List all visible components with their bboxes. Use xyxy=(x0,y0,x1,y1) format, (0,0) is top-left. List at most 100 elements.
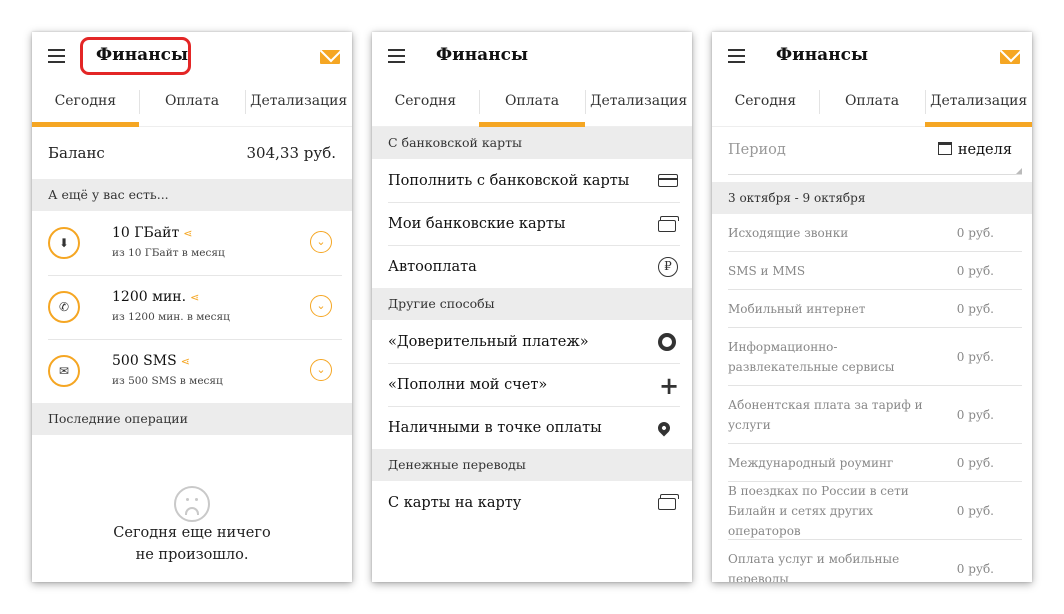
detail-label: В поездках по России в сети Билайн и сет… xyxy=(728,483,909,538)
package-title: 1200 мин. xyxy=(112,289,187,305)
tab-details[interactable]: Детализация xyxy=(245,80,352,126)
detail-label: Информационно-развлекательные сервисы xyxy=(728,339,895,374)
page-title: Финансы xyxy=(436,45,529,65)
empty-state-text: Сегодня еще ничего не произошло. xyxy=(32,522,352,566)
payment-option[interactable]: Пополнить с банковской карты xyxy=(388,159,680,202)
detail-row[interactable]: Информационно-развлекательные сервисы 0 … xyxy=(728,328,1022,386)
detail-row[interactable]: Абонентская плата за тариф и услуги 0 ру… xyxy=(728,386,1022,444)
payment-option[interactable]: Наличными в точке оплаты xyxy=(388,406,680,449)
hamburger-menu-icon[interactable] xyxy=(728,49,745,63)
empty-line-1: Сегодня еще ничего xyxy=(113,525,271,541)
detail-row[interactable]: Мобильный интернет 0 руб. xyxy=(728,290,1022,328)
cards-icon xyxy=(658,494,679,510)
detail-amount: 0 руб. xyxy=(956,455,994,470)
plus-icon: + xyxy=(658,370,680,400)
package-subtitle: из 1200 мин. в месяц xyxy=(112,311,230,323)
page-title: Финансы xyxy=(96,45,189,65)
recent-section-header: Последние операции xyxy=(32,403,352,435)
screen-today: Финансы Сегодня Оплата Детализация Балан… xyxy=(32,32,352,582)
share-icon: ⋖ xyxy=(190,291,200,304)
tab-today[interactable]: Сегодня xyxy=(32,80,139,127)
payment-option-label: Мои банковские карты xyxy=(388,216,566,232)
app-bar: Финансы xyxy=(372,32,692,80)
chevron-down-icon[interactable]: ⌄ xyxy=(310,295,332,317)
tab-payment[interactable]: Оплата xyxy=(818,80,926,126)
payment-option[interactable]: «Пополни мой счет» + xyxy=(388,363,680,406)
tab-details[interactable]: Детализация xyxy=(585,80,692,126)
calendar-icon xyxy=(937,142,952,155)
share-icon: ⋖ xyxy=(183,227,193,240)
section-header: С банковской карты xyxy=(372,127,692,159)
tab-today[interactable]: Сегодня xyxy=(372,80,479,126)
lifebuoy-icon xyxy=(658,332,676,351)
screen-payment: Финансы Сегодня Оплата Детализация С бан… xyxy=(372,32,692,582)
app-bar: Финансы xyxy=(712,32,1032,80)
detail-row[interactable]: Международный роуминг 0 руб. xyxy=(728,444,1022,482)
mail-icon[interactable] xyxy=(320,50,340,64)
payment-option-label: «Пополни мой счет» xyxy=(388,377,548,393)
detail-row[interactable]: Исходящие звонки 0 руб. xyxy=(728,214,1022,252)
share-icon: ⋖ xyxy=(180,355,190,368)
detail-row[interactable]: В поездках по России в сети Билайн и сет… xyxy=(728,482,1022,540)
section-header: Другие способы xyxy=(372,288,692,320)
package-subtitle: из 10 ГБайт в месяц xyxy=(112,247,225,259)
detail-label: Международный роуминг xyxy=(728,455,894,470)
tab-today[interactable]: Сегодня xyxy=(712,80,819,126)
detail-amount: 0 руб. xyxy=(956,349,994,364)
cards-icon xyxy=(658,215,679,232)
package-row[interactable]: ✉ 500 SMS ⋖ из 500 SMS в месяц ⌄ xyxy=(32,339,342,403)
tab-payment[interactable]: Оплата xyxy=(478,80,586,127)
detail-label: Мобильный интернет xyxy=(728,301,866,316)
detail-amount: 0 руб. xyxy=(956,407,994,422)
payment-option-label: С карты на карту xyxy=(388,494,522,511)
extra-section-header: А ещё у вас есть... xyxy=(32,179,352,211)
payment-option[interactable]: Автооплата ₽ xyxy=(388,245,680,288)
payment-option-label: Автооплата xyxy=(388,259,477,275)
chevron-down-icon[interactable]: ⌄ xyxy=(310,359,332,381)
tab-bar: Сегодня Оплата Детализация xyxy=(372,80,692,127)
period-selector[interactable]: Период неделя xyxy=(728,127,1022,175)
detail-row[interactable]: Оплата услуг и мобильные переводы 0 руб. xyxy=(728,540,1022,582)
detail-amount: 0 руб. xyxy=(956,503,994,518)
detail-label: Оплата услуг и мобильные переводы xyxy=(728,552,900,582)
balance-row: Баланс 304,33 руб. xyxy=(32,127,352,179)
payment-option-label: «Доверительный платеж» xyxy=(388,333,589,350)
ruble-autopay-icon: ₽ xyxy=(658,257,678,277)
period-value: неделя xyxy=(957,142,1012,158)
payment-option-label: Наличными в точке оплаты xyxy=(388,420,602,436)
payment-option[interactable]: «Доверительный платеж» xyxy=(388,320,680,363)
payment-option-label: Пополнить с банковской карты xyxy=(388,172,630,189)
balance-label: Баланс xyxy=(48,144,105,162)
package-title: 500 SMS xyxy=(112,353,177,369)
payment-option[interactable]: С карты на карту xyxy=(388,481,680,524)
package-row[interactable]: ⬇ 10 ГБайт ⋖ из 10 ГБайт в месяц ⌄ xyxy=(32,211,342,275)
tab-details[interactable]: Детализация xyxy=(925,80,1032,127)
detail-amount: 0 руб. xyxy=(956,225,994,240)
sad-face-icon xyxy=(174,486,210,522)
card-icon xyxy=(658,174,678,187)
hamburger-menu-icon[interactable] xyxy=(388,49,405,63)
app-bar: Финансы xyxy=(32,32,352,80)
detail-amount: 0 руб. xyxy=(956,562,994,576)
section-header: Денежные переводы xyxy=(372,449,692,481)
location-pin-icon xyxy=(655,419,673,437)
payment-option[interactable]: Мои банковские карты xyxy=(388,202,680,245)
hamburger-menu-icon[interactable] xyxy=(48,49,65,63)
detail-row[interactable]: SMS и MMS 0 руб. xyxy=(728,252,1022,290)
package-title: 10 ГБайт xyxy=(112,225,180,241)
detail-amount: 0 руб. xyxy=(956,301,994,316)
screen-details: Финансы Сегодня Оплата Детализация Перио… xyxy=(712,32,1032,582)
detail-label: Абонентская плата за тариф и услуги xyxy=(728,397,923,432)
detail-label: Исходящие звонки xyxy=(728,225,849,240)
tab-payment[interactable]: Оплата xyxy=(138,80,246,126)
detail-label: SMS и MMS xyxy=(728,263,806,278)
package-subtitle: из 500 SMS в месяц xyxy=(112,375,223,387)
chevron-down-icon[interactable]: ⌄ xyxy=(310,231,332,253)
tab-bar: Сегодня Оплата Детализация xyxy=(712,80,1032,127)
dropdown-corner-icon xyxy=(1016,168,1022,174)
package-row[interactable]: ✆ 1200 мин. ⋖ из 1200 мин. в месяц ⌄ xyxy=(32,275,342,339)
week-range-header: 3 октября - 9 октября xyxy=(712,182,1032,214)
detail-amount: 0 руб. xyxy=(956,263,994,278)
mail-icon[interactable] xyxy=(1000,50,1020,64)
download-icon: ⬇ xyxy=(48,227,80,259)
